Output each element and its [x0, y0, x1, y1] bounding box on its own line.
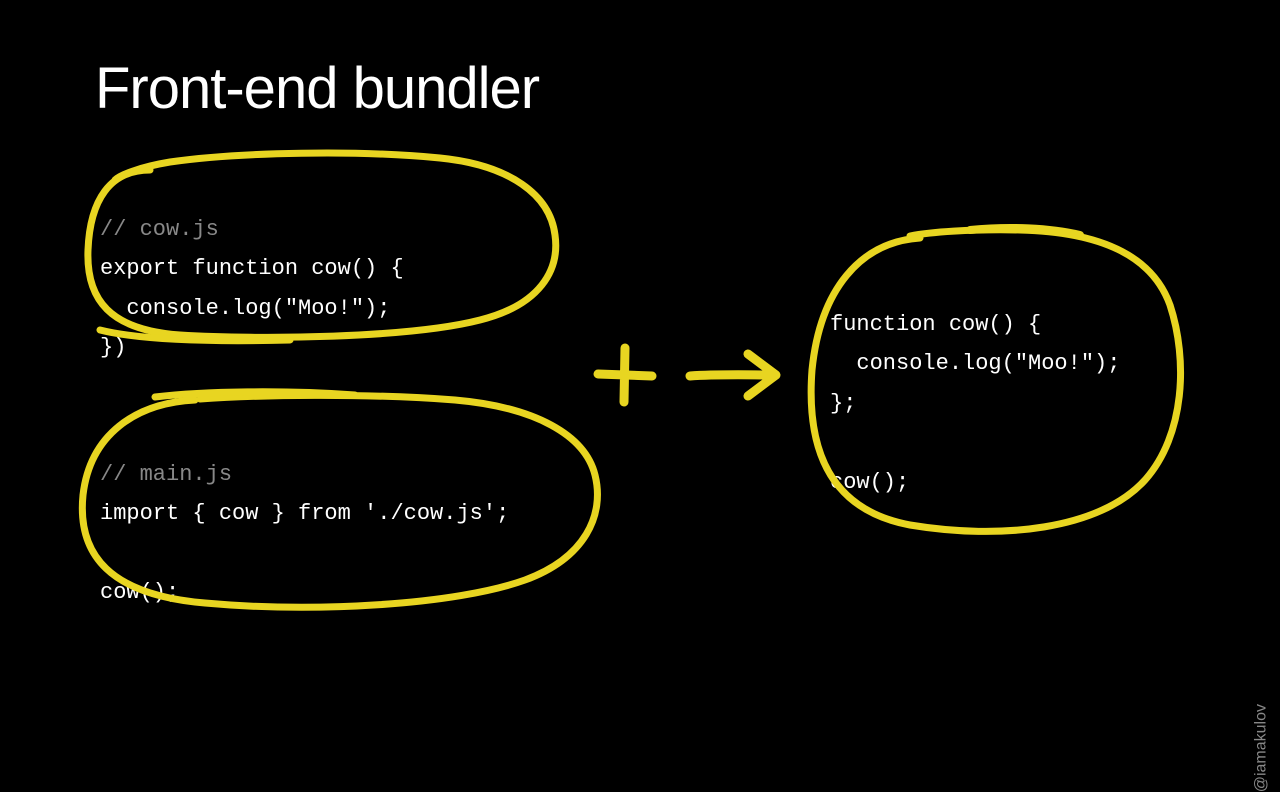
slide-title: Front-end bundler	[95, 55, 539, 122]
code-line: console.log("Moo!");	[100, 296, 390, 321]
code-line: })	[100, 335, 126, 360]
code-line: cow();	[100, 580, 179, 605]
code-line: function cow() {	[830, 312, 1041, 337]
code-line: };	[830, 391, 856, 416]
code-line: console.log("Moo!");	[830, 351, 1120, 376]
code-line: import { cow } from './cow.js';	[100, 501, 509, 526]
code-block-main: // main.js import { cow } from './cow.js…	[100, 415, 509, 613]
arrow-right-icon	[680, 340, 790, 410]
code-block-output: function cow() { console.log("Moo!"); };…	[830, 265, 1120, 503]
plus-icon	[590, 340, 660, 410]
code-comment: // main.js	[100, 462, 232, 487]
code-block-cow: // cow.js export function cow() { consol…	[100, 170, 404, 368]
code-comment: // cow.js	[100, 217, 219, 242]
author-handle: @iamakulov	[1252, 704, 1270, 792]
code-line: export function cow() {	[100, 256, 404, 281]
code-line: cow();	[830, 470, 909, 495]
